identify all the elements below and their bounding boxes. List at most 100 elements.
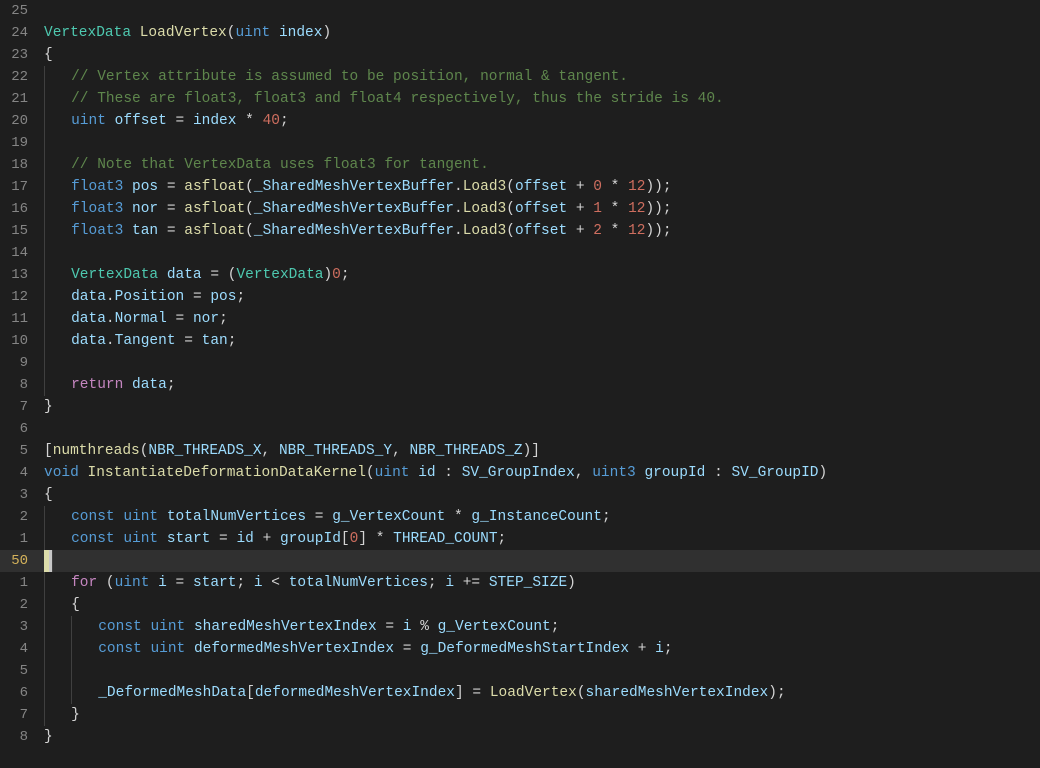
code-content[interactable]: [numthreads(NBR_THREADS_X, NBR_THREADS_Y… [34,440,1040,462]
indent-guide [44,352,71,374]
code-content[interactable]: uint offset = index * 40; [34,110,1040,132]
code-line[interactable]: 14 [0,242,1040,264]
code-line[interactable]: 13 VertexData data = (VertexData)0; [0,264,1040,286]
code-content[interactable]: { [34,594,1040,616]
code-line[interactable]: 7 } [0,704,1040,726]
code-line[interactable]: 23{ [0,44,1040,66]
code-line[interactable]: 21 // These are float3, float3 and float… [0,88,1040,110]
code-line[interactable]: 3{ [0,484,1040,506]
code-editor[interactable]: 2524VertexData LoadVertex(uint index)23{… [0,0,1040,768]
token-def [123,201,132,217]
code-line[interactable]: 2 const uint totalNumVertices = g_Vertex… [0,506,1040,528]
code-content[interactable]: VertexData LoadVertex(uint index) [34,22,1040,44]
token-def [131,25,140,41]
code-content[interactable]: VertexData data = (VertexData)0; [34,264,1040,286]
code-line[interactable]: 4void InstantiateDeformationDataKernel(u… [0,462,1040,484]
code-content[interactable] [34,660,1040,682]
indent-guide [44,572,71,594]
token-punc: ) [567,575,576,591]
code-line[interactable]: 22 // Vertex attribute is assumed to be … [0,66,1040,88]
code-line[interactable]: 1 for (uint i = start; i < totalNumVerti… [0,572,1040,594]
token-var: sharedMeshVertexIndex [586,685,769,701]
code-content[interactable]: _DeformedMeshData[deformedMeshVertexInde… [34,682,1040,704]
token-numlit: 2 [593,223,602,239]
token-var: Position [115,289,185,305]
code-content[interactable]: data.Tangent = tan; [34,330,1040,352]
code-line[interactable]: 10 data.Tangent = tan; [0,330,1040,352]
code-line[interactable]: 6 _DeformedMeshData[deformedMeshVertexIn… [0,682,1040,704]
code-line[interactable]: 9 [0,352,1040,374]
token-var: deformedMeshVertexIndex [255,685,455,701]
indent-guide [44,154,71,176]
code-line[interactable]: 2 { [0,594,1040,616]
token-func: Load3 [463,201,507,217]
code-line[interactable]: 7} [0,396,1040,418]
code-content[interactable]: // Note that VertexData uses float3 for … [34,154,1040,176]
token-def: : [705,465,731,481]
code-content[interactable] [34,352,1040,374]
token-comment: // Vertex attribute is assumed to be pos… [71,69,628,85]
code-content[interactable]: void InstantiateDeformationDataKernel(ui… [34,462,1040,484]
code-content[interactable]: float3 nor = asfloat(_SharedMeshVertexBu… [34,198,1040,220]
token-type: uint [123,509,158,525]
token-def [123,179,132,195]
code-content[interactable]: const uint deformedMeshVertexIndex = g_D… [34,638,1040,660]
code-content[interactable]: float3 tan = asfloat(_SharedMeshVertexBu… [34,220,1040,242]
code-line[interactable]: 17 float3 pos = asfloat(_SharedMeshVerte… [0,176,1040,198]
line-number: 5 [0,440,34,462]
code-content[interactable] [34,418,1040,440]
code-line[interactable]: 8} [0,726,1040,748]
line-number: 1 [0,528,34,550]
code-line[interactable]: 15 float3 tan = asfloat(_SharedMeshVerte… [0,220,1040,242]
code-content[interactable]: { [34,44,1040,66]
code-content[interactable]: float3 pos = asfloat(_SharedMeshVertexBu… [34,176,1040,198]
token-type: uint [115,575,150,591]
code-content[interactable]: // Vertex attribute is assumed to be pos… [34,66,1040,88]
code-content[interactable]: const uint totalNumVertices = g_VertexCo… [34,506,1040,528]
code-content[interactable] [34,0,1040,22]
code-line[interactable]: 18 // Note that VertexData uses float3 f… [0,154,1040,176]
code-line[interactable]: 6 [0,418,1040,440]
line-number: 15 [0,220,34,242]
token-def: + [567,223,593,239]
code-content[interactable]: } [34,396,1040,418]
code-line[interactable]: 5[numthreads(NBR_THREADS_X, NBR_THREADS_… [0,440,1040,462]
code-content[interactable] [34,132,1040,154]
code-line[interactable]: 19 [0,132,1040,154]
code-content[interactable]: const uint start = id + groupId[0] * THR… [34,528,1040,550]
code-line[interactable]: 4 const uint deformedMeshVertexIndex = g… [0,638,1040,660]
code-line[interactable]: 12 data.Position = pos; [0,286,1040,308]
code-line[interactable]: 50 [0,550,1040,572]
code-content[interactable] [34,550,1040,572]
code-content[interactable]: { [34,484,1040,506]
code-line[interactable]: 8 return data; [0,374,1040,396]
token-var: sharedMeshVertexIndex [194,619,377,635]
token-brace: { [44,487,53,503]
code-content[interactable]: } [34,726,1040,748]
code-line[interactable]: 16 float3 nor = asfloat(_SharedMeshVerte… [0,198,1040,220]
code-line[interactable]: 5 [0,660,1040,682]
code-content[interactable] [34,242,1040,264]
code-line[interactable]: 24VertexData LoadVertex(uint index) [0,22,1040,44]
code-content[interactable]: const uint sharedMeshVertexIndex = i % g… [34,616,1040,638]
indent-guide [44,176,71,198]
code-content[interactable]: // These are float3, float3 and float4 r… [34,88,1040,110]
token-var: i [254,575,263,591]
code-content[interactable]: return data; [34,374,1040,396]
code-content[interactable]: data.Position = pos; [34,286,1040,308]
code-content[interactable]: for (uint i = start; i < totalNumVertice… [34,572,1040,594]
token-brace: } [71,707,80,723]
line-number: 4 [0,462,34,484]
token-keyword: const [71,531,115,547]
code-line[interactable]: 25 [0,0,1040,22]
token-punc: ( [506,223,515,239]
token-def: = ( [202,267,237,283]
code-line[interactable]: 3 const uint sharedMeshVertexIndex = i %… [0,616,1040,638]
code-content[interactable]: data.Normal = nor; [34,308,1040,330]
code-line[interactable]: 11 data.Normal = nor; [0,308,1040,330]
code-content[interactable]: } [34,704,1040,726]
indent-guide [44,594,71,616]
code-line[interactable]: 20 uint offset = index * 40; [0,110,1040,132]
code-line[interactable]: 1 const uint start = id + groupId[0] * T… [0,528,1040,550]
token-def: += [454,575,489,591]
